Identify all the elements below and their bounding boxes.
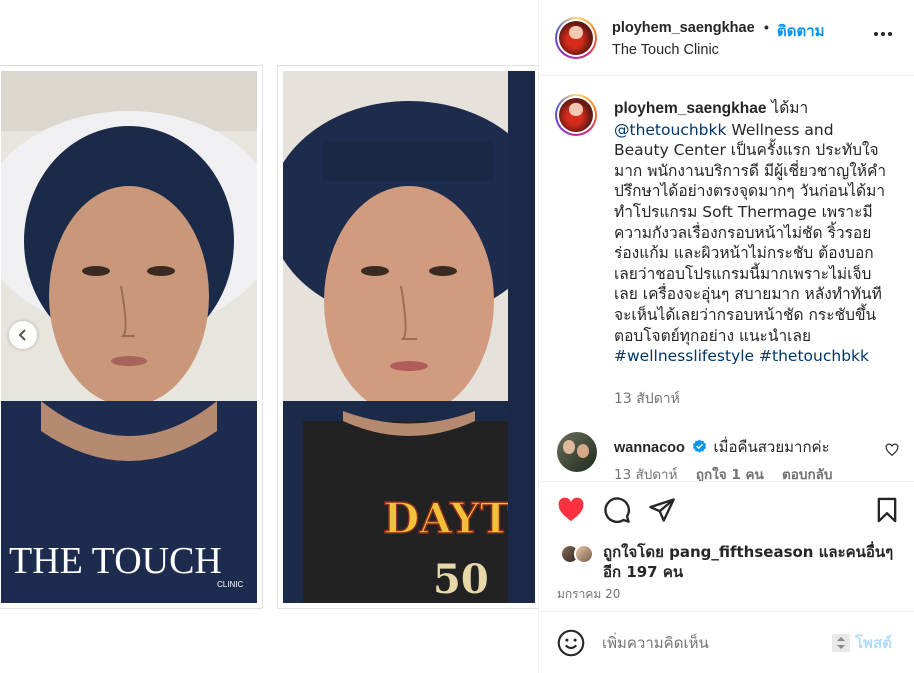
caption-timestamp[interactable]: 13 สัปดาห์ xyxy=(614,388,680,410)
comment-likes-count[interactable]: ถูกใจ 1 คน xyxy=(696,467,764,481)
post-media: THE TOUCH CLINIC DAYTO 50 xyxy=(0,0,539,673)
more-options-button[interactable] xyxy=(874,24,900,44)
commenter-username[interactable]: wannacoo xyxy=(614,440,685,456)
liker-avatars xyxy=(560,544,600,564)
comment-input[interactable] xyxy=(602,628,862,658)
commenter-avatar[interactable] xyxy=(557,432,597,472)
add-comment-bar: โพสต์ xyxy=(540,611,914,673)
separator-dot: • xyxy=(764,19,769,35)
photo-1-brand-text: THE TOUCH xyxy=(9,540,222,582)
emoji-icon[interactable] xyxy=(557,629,585,657)
comment-reply-button[interactable]: ตอบกลับ xyxy=(782,467,832,481)
share-icon xyxy=(649,498,675,522)
chevron-left-icon xyxy=(18,329,26,341)
post-date[interactable]: มกราคม 20 xyxy=(557,585,620,604)
comment-timestamp[interactable]: 13 สัปดาห์ xyxy=(614,467,678,481)
bookmark-icon xyxy=(877,497,897,523)
location-link[interactable]: The Touch Clinic xyxy=(612,42,719,58)
grammar-icon[interactable] xyxy=(832,634,850,652)
before-photo: THE TOUCH CLINIC xyxy=(0,66,262,608)
after-photo: DAYTO 50 xyxy=(278,66,538,608)
share-button[interactable] xyxy=(648,496,676,524)
post-actions: ถูกใจโดย pang_fifthseason และคนอื่นๆ อีก… xyxy=(540,481,914,673)
photo-1-brand-subtext: CLINIC xyxy=(217,580,243,589)
carousel-prev-button[interactable] xyxy=(9,321,37,349)
comment-heart-icon[interactable] xyxy=(885,443,899,457)
comments-section: ployhem_saengkhae ได้มา @thetouchbkk Wel… xyxy=(540,77,914,481)
comment-meta: 13 สัปดาห์ ถูกใจ 1 คน ตอบกลับ xyxy=(614,463,833,481)
comment-button[interactable] xyxy=(603,496,631,524)
photo-2-shirt-number: 50 xyxy=(433,556,489,603)
author-avatar[interactable] xyxy=(555,17,597,59)
caption-username[interactable]: ployhem_saengkhae xyxy=(614,100,766,117)
hashtag-link[interactable]: #wellnesslifestyle xyxy=(614,347,754,365)
heart-icon xyxy=(558,497,584,522)
likes-text[interactable]: ถูกใจโดย pang_fifthseason และคนอื่นๆ อีก… xyxy=(603,542,903,582)
post-label[interactable]: โพสต์ xyxy=(855,631,892,655)
caption-text: Wellness and Beauty Center เป็นครั้งแรก … xyxy=(614,120,887,345)
more-icon xyxy=(874,32,878,36)
post-caption: ployhem_saengkhae ได้มา @thetouchbkk Wel… xyxy=(614,98,889,367)
comment-body: wannacoo เมื่อคืนสวยมากค่ะ xyxy=(614,435,830,459)
caption-verb: ได้มา xyxy=(771,99,809,117)
comment-text: เมื่อคืนสวยมากค่ะ xyxy=(713,438,830,456)
post-header: ployhem_saengkhae • ติดตาม The Touch Cli… xyxy=(540,0,914,76)
like-button[interactable] xyxy=(557,496,585,524)
save-button[interactable] xyxy=(873,496,901,524)
verified-icon xyxy=(692,439,706,453)
post-comment-button[interactable]: โพสต์ xyxy=(832,632,892,654)
hashtag-link[interactable]: #thetouchbkk xyxy=(759,347,869,365)
caption-avatar[interactable] xyxy=(555,94,597,136)
caption-mention[interactable]: @thetouchbkk xyxy=(614,121,726,139)
comment-icon xyxy=(604,497,630,523)
follow-button[interactable]: ติดตาม xyxy=(777,19,825,43)
author-username[interactable]: ployhem_saengkhae xyxy=(612,20,755,36)
